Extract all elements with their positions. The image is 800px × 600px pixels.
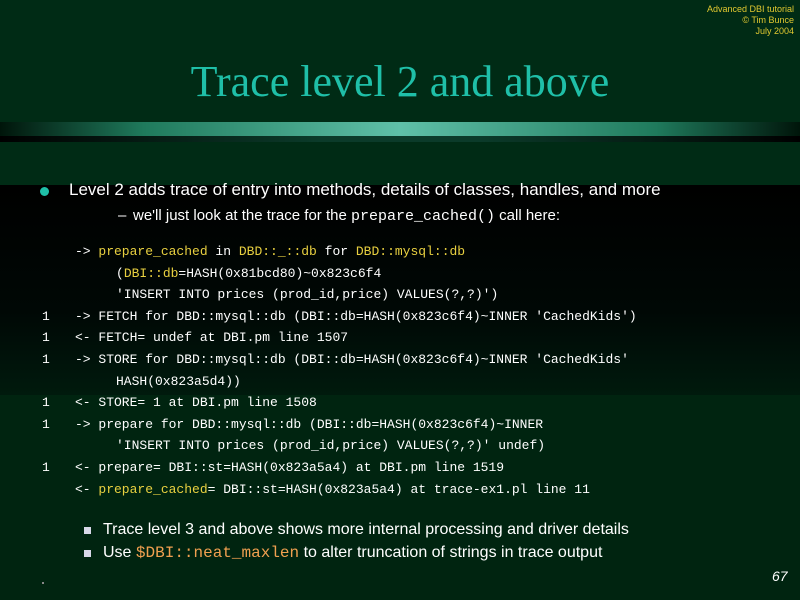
sub-bullet-text-before: we'll just look at the trace for the xyxy=(133,207,351,224)
trace-segment: <- FETCH= undef at DBI.pm line 1507 xyxy=(75,330,349,346)
trace-highlight: prepare_cached xyxy=(98,481,208,497)
trace-line-text: <- STORE= 1 at DBI.pm line 1508 xyxy=(75,395,317,410)
trace-segment: -> FETCH for DBD::mysql::db (DBI::db=HAS… xyxy=(75,308,637,324)
square-bullet-icon xyxy=(84,527,91,534)
trace-line-text: (DBI::db=HASH(0x81bcd80)~0x823c6f4 xyxy=(116,266,381,281)
trace-line-number: 1 xyxy=(42,460,50,475)
trace-highlight: DBD::_::db xyxy=(238,244,317,259)
bullet-text-segment: Use xyxy=(103,544,136,561)
footer-mark xyxy=(42,582,44,584)
round-bullet-icon xyxy=(40,187,49,196)
sub-bullet-text: we'll just look at the trace for the pre… xyxy=(133,207,560,225)
trace-segment: 'INSERT INTO prices (prod_id,price) VALU… xyxy=(116,287,499,303)
square-bullet-text: Use $DBI::neat_maxlen to alter truncatio… xyxy=(103,544,602,562)
trace-line-number: 1 xyxy=(42,416,50,432)
slide-credit: Advanced DBI tutorial © Tim Bunce July 2… xyxy=(707,4,794,37)
sub-bullet-code: prepare_cached() xyxy=(350,208,495,225)
bullet-text-segment: to alter truncation of strings in trace … xyxy=(299,544,603,561)
trace-line-text: -> FETCH for DBD::mysql::db (DBI::db=HAS… xyxy=(75,309,637,324)
bullet-code: $DBI::neat_maxlen xyxy=(135,544,300,562)
bullet-text: Level 2 adds trace of entry into methods… xyxy=(69,180,661,199)
trace-segment: -> prepare for DBD::mysql::db (DBI::db=H… xyxy=(75,416,544,432)
credit-line-tutorial: Advanced DBI tutorial xyxy=(706,4,794,14)
slide-title: Trace level 2 and above xyxy=(190,57,610,106)
dash-bullet-icon: – xyxy=(118,207,127,224)
trace-line-number: 1 xyxy=(42,308,50,324)
trace-line-text: -> STORE for DBD::mysql::db (DBI::db=HAS… xyxy=(75,352,629,367)
trace-line-text: 'INSERT INTO prices (prod_id,price) VALU… xyxy=(116,438,545,453)
sub-bullet-text-after: call here: xyxy=(495,207,561,224)
square-bullet-icon xyxy=(84,550,91,557)
trace-segment: in xyxy=(207,244,239,259)
trace-line-text: HASH(0x823a5d4)) xyxy=(116,374,241,389)
trace-segment: <- STORE= 1 at DBI.pm line 1508 xyxy=(75,395,317,411)
trace-segment: = DBI::st=HASH(0x823a5a4) at trace-ex1.p… xyxy=(207,481,590,497)
trace-line-number: 1 xyxy=(42,395,50,411)
trace-line-number: 1 xyxy=(42,352,50,367)
square-bullet-text: Trace level 3 and above shows more inter… xyxy=(103,521,629,539)
trace-segment: 'INSERT INTO prices (prod_id,price) VALU… xyxy=(116,438,546,454)
trace-segment: -> STORE for DBD::mysql::db (DBI::db=HAS… xyxy=(75,352,629,367)
trace-line-text: <- prepare= DBI::st=HASH(0x823a5a4) at D… xyxy=(75,460,504,475)
page-number: 67 xyxy=(772,568,788,584)
trace-segment: <- prepare= DBI::st=HASH(0x823a5a4) at D… xyxy=(75,460,505,475)
trace-segment: ( xyxy=(116,265,124,281)
trace-highlight: DBI::db xyxy=(123,265,179,281)
trace-highlight: DBD::mysql::db xyxy=(355,244,466,259)
trace-segment: HASH(0x823a5d4)) xyxy=(116,373,241,389)
trace-segment: <- xyxy=(75,481,99,497)
trace-highlight: prepare_cached xyxy=(98,244,208,259)
bullet-text-segment: Trace level 3 and above shows more inter… xyxy=(103,521,629,538)
trace-line-text: <- FETCH= undef at DBI.pm line 1507 xyxy=(75,330,348,345)
trace-line-text: <- prepare_cached= DBI::st=HASH(0x823a5a… xyxy=(75,482,590,497)
trace-line-text: -> prepare_cached in DBD::_::db for DBD:… xyxy=(75,244,465,259)
credit-line-author: © Tim Bunce xyxy=(742,15,794,25)
trace-line-text: 'INSERT INTO prices (prod_id,price) VALU… xyxy=(116,287,498,302)
trace-line-text: -> prepare for DBD::mysql::db (DBI::db=H… xyxy=(75,417,543,432)
trace-segment: =HASH(0x81bcd80)~0x823c6f4 xyxy=(178,265,382,281)
trace-segment: -> xyxy=(75,244,99,259)
title-divider xyxy=(0,122,800,142)
credit-line-date: July 2004 xyxy=(755,26,794,36)
trace-segment: for xyxy=(316,244,356,259)
trace-line-number: 1 xyxy=(42,330,50,346)
